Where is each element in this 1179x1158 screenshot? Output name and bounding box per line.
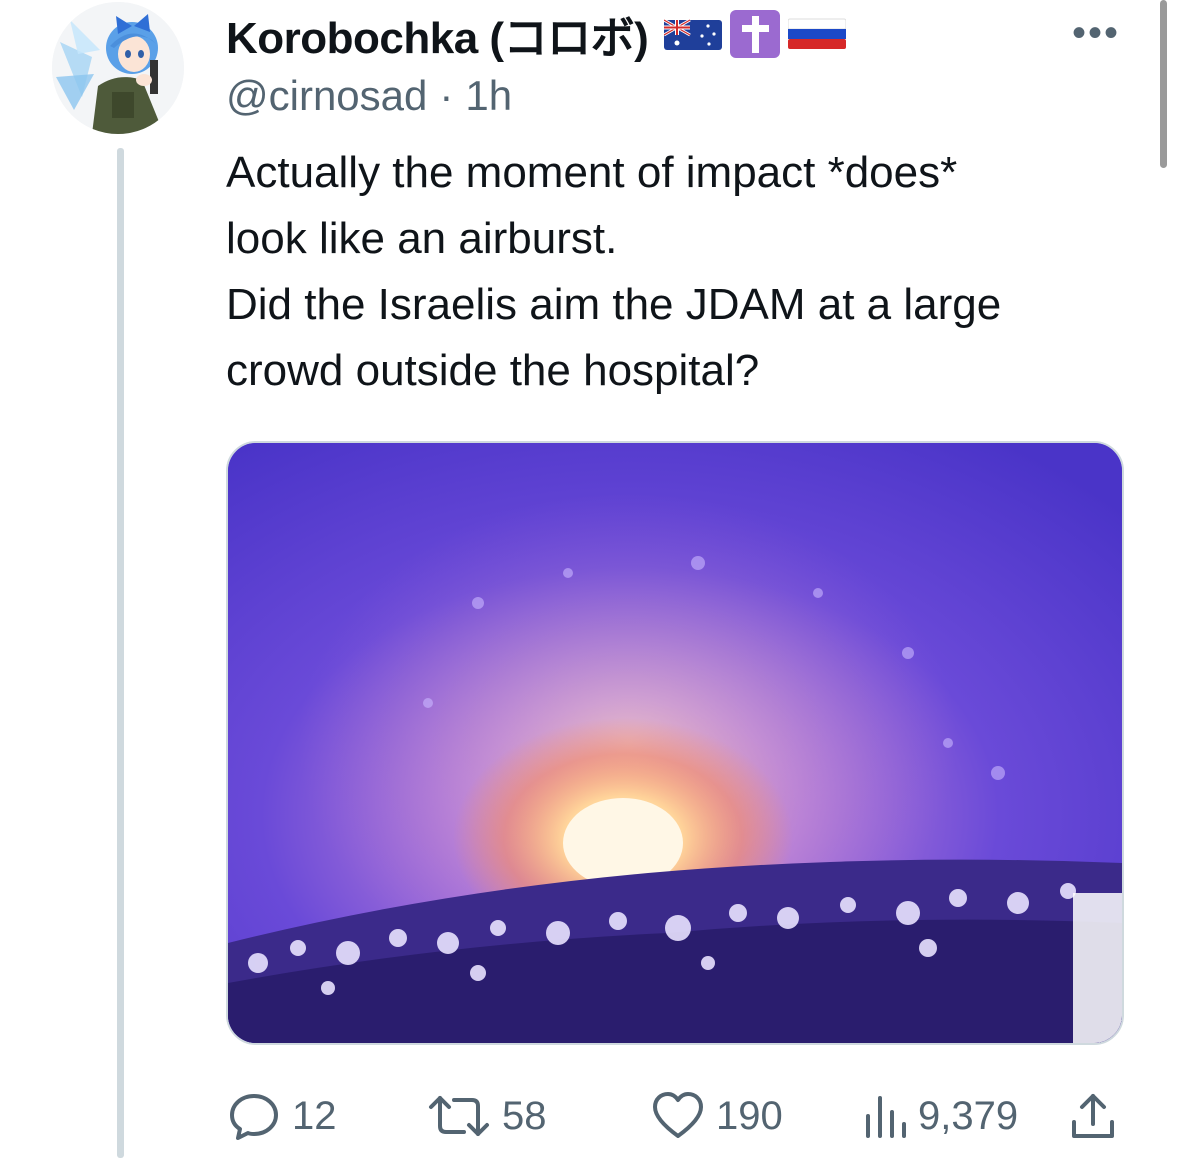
repost-count: 58 [502,1093,547,1138]
repost-button[interactable]: 58 [426,1086,547,1146]
tweet-media-image[interactable] [226,441,1124,1045]
timestamp[interactable]: 1h [465,72,512,119]
share-upload-icon [1072,1094,1114,1138]
thread-line [117,148,124,1158]
handle[interactable]: @cirnosad [226,72,427,119]
tweet-meta: @cirnosad · 1h [226,72,512,120]
avatar[interactable] [52,2,184,134]
reply-count: 12 [292,1093,337,1138]
more-options-button[interactable]: ••• [1068,13,1124,54]
meta-separator: · [439,72,454,119]
tweet-text-line: Did the Israelis aim the JDAM at a large [226,280,1002,329]
russia-flag-icon [788,18,847,49]
heart-icon [653,1092,703,1138]
display-name[interactable]: Korobochka (コロボ) [226,2,649,66]
like-count: 190 [716,1093,783,1138]
scrollbar[interactable] [1160,0,1167,168]
tweet-text-line: Actually the moment of impact *does* [226,148,958,197]
australia-flag-icon [664,18,723,50]
tweet-text-line: look like an airburst. [226,214,618,263]
latin-cross-icon [730,10,781,58]
share-button[interactable] [1068,1086,1128,1146]
reply-button[interactable]: 12 [226,1086,337,1146]
like-button[interactable]: 190 [650,1086,783,1146]
tweet-header: Korobochka (コロボ) [226,2,847,66]
views-count: 9,379 [918,1093,1019,1138]
views-button[interactable]: 9,379 [860,1086,1018,1146]
bar-chart-icon [866,1096,906,1138]
more-dots-icon: ••• [1071,11,1120,55]
repost-arrows-icon [429,1096,489,1136]
name-emojis [664,8,847,60]
tweet-text: Actually the moment of impact *does* loo… [226,140,1126,404]
tweet-text-line: crowd outside the hospital? [226,346,760,395]
speech-bubble-icon [230,1094,278,1140]
tweet-actions: 12 58 190 9,379 [226,1086,1126,1146]
